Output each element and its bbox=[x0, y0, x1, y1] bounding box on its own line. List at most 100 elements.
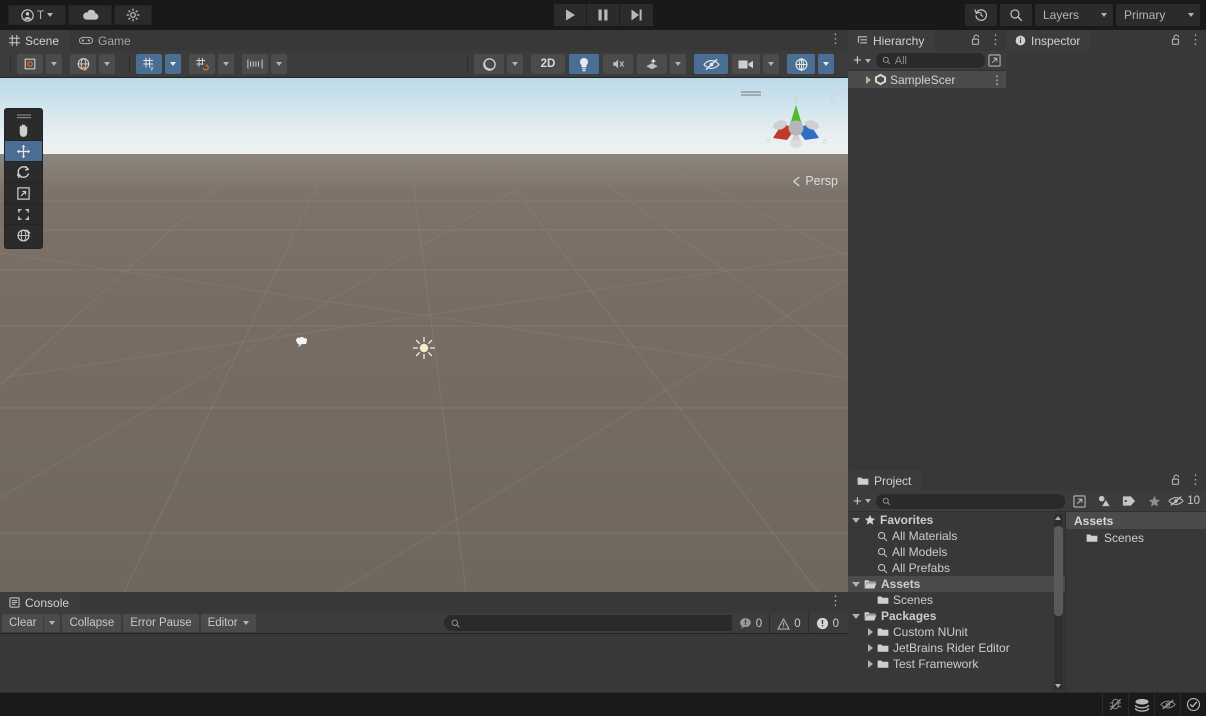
hierarchy-tree[interactable]: SampleScer ⋮ bbox=[848, 71, 1006, 470]
hand-tool[interactable] bbox=[5, 120, 42, 141]
tab-scene[interactable]: Scene bbox=[0, 30, 71, 51]
chevron-right-icon[interactable] bbox=[868, 628, 873, 636]
project-tree-item[interactable]: All Models bbox=[848, 544, 1065, 560]
grid-snap-button[interactable] bbox=[189, 54, 215, 74]
hidden-objects-toggle[interactable] bbox=[694, 54, 728, 74]
tab-hierarchy[interactable]: Hierarchy bbox=[848, 30, 936, 51]
scene-camera-dropdown[interactable] bbox=[763, 54, 779, 74]
cloud-button[interactable] bbox=[68, 5, 112, 25]
undo-history-button[interactable] bbox=[965, 4, 997, 26]
project-tree-item[interactable]: Test Framework bbox=[848, 656, 1065, 672]
scene-viewport[interactable]: y x z Persp bbox=[0, 78, 848, 622]
chevron-right-icon[interactable] bbox=[868, 644, 873, 652]
error-pause-button[interactable]: Error Pause bbox=[123, 614, 199, 632]
grid-snap-dropdown[interactable] bbox=[218, 54, 234, 74]
scrollbar-thumb[interactable] bbox=[1054, 526, 1063, 616]
project-tree-item[interactable]: Assets bbox=[848, 576, 1065, 592]
hierarchy-panel-kebab[interactable]: ⋮ bbox=[989, 33, 1002, 46]
collapse-button[interactable]: Collapse bbox=[62, 614, 122, 632]
hidden-packages-indicator[interactable]: 10 bbox=[1168, 495, 1203, 507]
create-asset-button[interactable]: + bbox=[851, 494, 873, 509]
gizmo-shape-dropdown[interactable] bbox=[507, 54, 523, 74]
scene-fx-dropdown[interactable] bbox=[670, 54, 686, 74]
rotate-tool[interactable] bbox=[5, 162, 42, 183]
project-search-input[interactable] bbox=[875, 493, 1066, 509]
code-debug-disabled-icon[interactable] bbox=[1102, 692, 1128, 716]
transform-tool[interactable] bbox=[5, 225, 42, 246]
projection-label[interactable]: Persp bbox=[791, 174, 838, 188]
gizmos-toggle[interactable] bbox=[787, 54, 815, 74]
grid-visibility-dropdown[interactable] bbox=[165, 54, 181, 74]
scale-tool[interactable] bbox=[5, 183, 42, 204]
chevron-right-icon[interactable] bbox=[866, 75, 871, 84]
layout-dropdown[interactable]: Primary bbox=[1116, 4, 1200, 26]
project-search-field[interactable] bbox=[894, 495, 1060, 507]
project-tree-item[interactable]: Packages bbox=[848, 608, 1065, 624]
project-tree-item[interactable]: JetBrains Rider Editor bbox=[848, 640, 1065, 656]
draw-mode-dropdown[interactable] bbox=[46, 54, 62, 74]
log-count[interactable]: 0 bbox=[730, 614, 770, 633]
play-button[interactable] bbox=[554, 4, 587, 26]
project-asset-item[interactable]: Scenes bbox=[1066, 529, 1206, 547]
project-tree-scrollbar[interactable] bbox=[1054, 514, 1063, 690]
project-tree-item[interactable]: All Materials bbox=[848, 528, 1065, 544]
clear-button[interactable]: Clear bbox=[2, 614, 44, 632]
gizmos-dropdown[interactable] bbox=[818, 54, 834, 74]
scene-audio-toggle[interactable] bbox=[603, 54, 633, 74]
error-count[interactable]: 0 bbox=[807, 614, 846, 633]
account-button[interactable]: T bbox=[8, 5, 66, 25]
palette-drag-handle[interactable] bbox=[5, 111, 42, 120]
chevron-right-icon[interactable] bbox=[868, 660, 873, 668]
project-tree-item[interactable]: Custom NUnit bbox=[848, 624, 1065, 640]
chevron-down-icon[interactable] bbox=[852, 613, 860, 619]
scene-fx-button[interactable] bbox=[637, 54, 667, 74]
lock-open-icon[interactable] bbox=[1171, 474, 1182, 486]
project-tree[interactable]: Favorites All Materials All Models All Pref… bbox=[848, 512, 1066, 692]
tab-inspector[interactable]: Inspector bbox=[1006, 30, 1092, 51]
snap-increment-button[interactable] bbox=[242, 54, 268, 74]
directional-light-gizmo[interactable] bbox=[412, 336, 436, 360]
scroll-up-arrow[interactable] bbox=[1055, 516, 1061, 520]
tab-console[interactable]: Console bbox=[0, 592, 81, 613]
clear-dropdown[interactable] bbox=[44, 614, 61, 632]
inspector-content[interactable] bbox=[1006, 51, 1206, 470]
global-search-button[interactable] bbox=[1000, 4, 1032, 26]
pause-button[interactable] bbox=[587, 4, 620, 26]
gizmo-shape-button[interactable] bbox=[474, 54, 504, 74]
hierarchy-item-kebab[interactable]: ⋮ bbox=[991, 74, 1003, 86]
filter-by-type-button[interactable] bbox=[1093, 492, 1115, 510]
step-button[interactable] bbox=[620, 4, 653, 26]
toggle-2d-button[interactable]: 2D bbox=[531, 54, 565, 74]
project-tree-item[interactable]: Favorites bbox=[848, 512, 1065, 528]
check-circle-icon[interactable] bbox=[1180, 692, 1206, 716]
expand-window-icon[interactable] bbox=[988, 54, 1003, 67]
tab-project[interactable]: Project bbox=[848, 470, 923, 491]
layers-stack-icon[interactable] bbox=[1128, 692, 1154, 716]
inspector-panel-kebab[interactable]: ⋮ bbox=[1189, 33, 1202, 46]
preview-packages-disabled-icon[interactable] bbox=[1154, 692, 1180, 716]
favorites-filter-button[interactable] bbox=[1143, 492, 1165, 510]
hierarchy-item-samplescene[interactable]: SampleScer ⋮ bbox=[848, 71, 1006, 88]
project-panel-kebab[interactable]: ⋮ bbox=[1189, 473, 1202, 486]
axis-gizmo-cones[interactable]: y x z bbox=[756, 88, 836, 172]
console-search-field[interactable] bbox=[460, 617, 734, 629]
scene-light-toggle[interactable] bbox=[569, 54, 599, 74]
rect-tool[interactable] bbox=[5, 204, 42, 225]
project-tree-item[interactable]: All Prefabs bbox=[848, 560, 1065, 576]
hierarchy-search-input[interactable]: All bbox=[875, 53, 985, 68]
draw-mode-button[interactable] bbox=[17, 54, 43, 74]
camera-gizmo[interactable] bbox=[294, 335, 311, 349]
console-panel-kebab[interactable]: ⋮ bbox=[829, 594, 842, 607]
console-search-input[interactable] bbox=[444, 615, 741, 631]
move-tool[interactable] bbox=[5, 141, 42, 162]
chevron-down-icon[interactable] bbox=[852, 581, 860, 587]
scene-camera-button[interactable] bbox=[732, 54, 760, 74]
scene-lighting-dropdown[interactable] bbox=[99, 54, 115, 74]
scene-panel-kebab[interactable]: ⋮ bbox=[829, 32, 842, 45]
layers-dropdown[interactable]: Layers bbox=[1035, 4, 1113, 26]
project-content-view[interactable]: Assets Scenes bbox=[1066, 512, 1206, 692]
scroll-down-arrow[interactable] bbox=[1055, 684, 1061, 688]
grid-visibility-button[interactable]: y bbox=[136, 54, 162, 74]
create-object-button[interactable]: + bbox=[851, 53, 873, 68]
scene-orientation-gizmo[interactable]: y x z Persp bbox=[740, 84, 844, 194]
